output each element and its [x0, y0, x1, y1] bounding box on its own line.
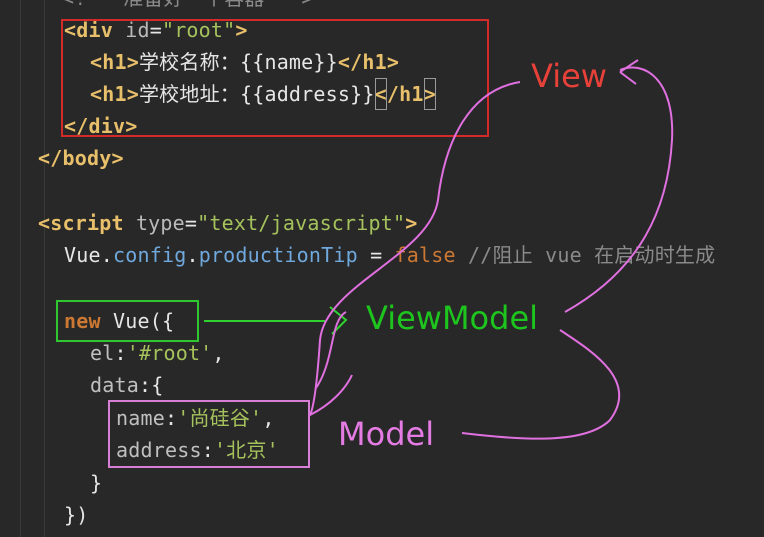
view-label: View [531, 57, 607, 95]
magenta-stroke-bottom [461, 329, 621, 440]
magenta-stroke-left [307, 81, 521, 418]
viewmodel-label: ViewModel [366, 299, 539, 337]
magenta-arrowhead-view [619, 59, 639, 85]
magenta-stroke-right [564, 66, 674, 313]
annotation-arrows [204, 59, 674, 440]
model-label: Model [338, 415, 435, 453]
